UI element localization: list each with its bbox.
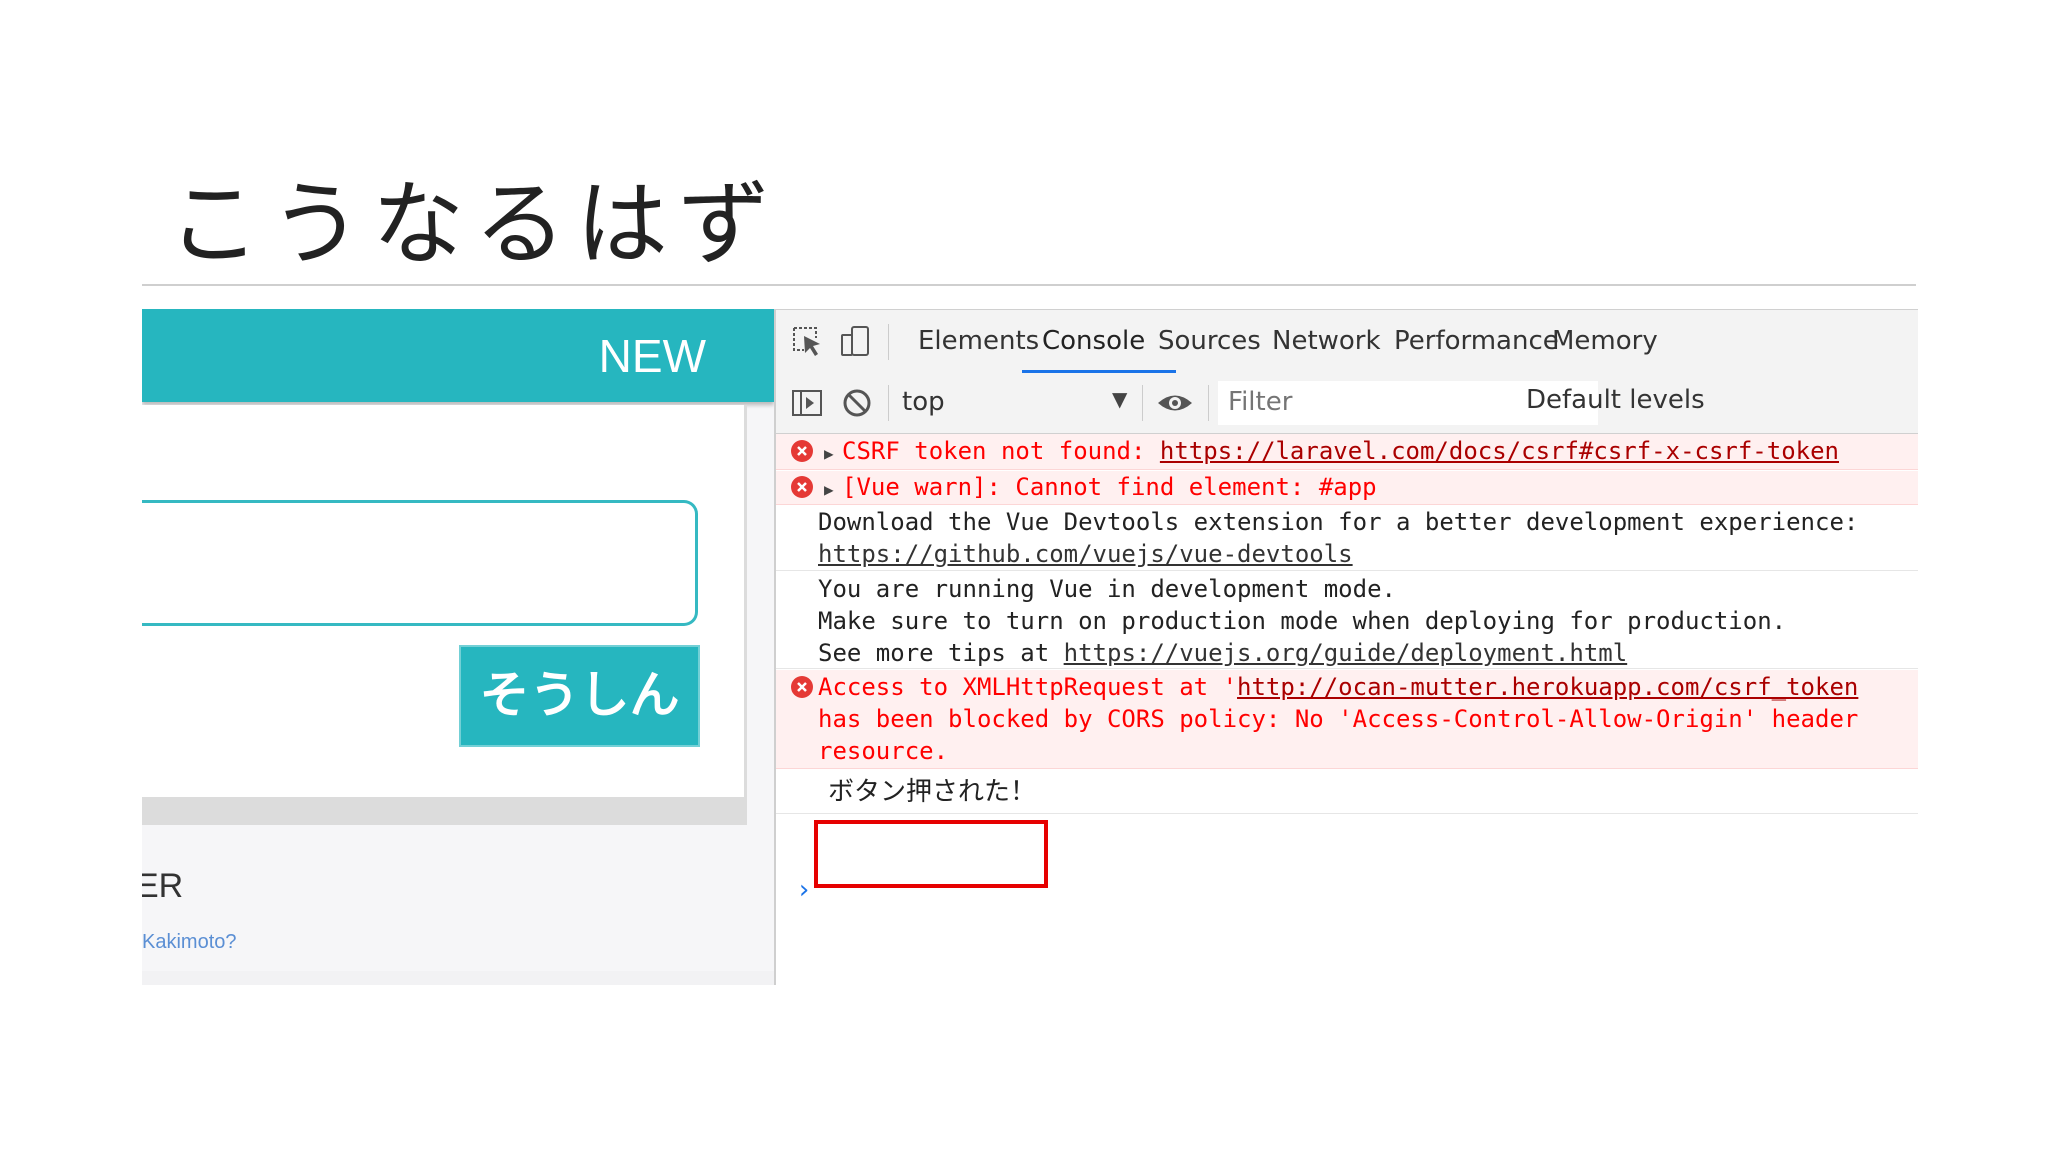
expand-triangle-icon[interactable]: ▶ [824,437,834,469]
web-app: NEW そうしん ER Kakimoto? [142,309,774,985]
footer-strip [142,971,774,985]
user-link[interactable]: Kakimoto? [142,931,237,954]
toolbar-separator [1142,385,1143,421]
slide-title: こうなるはず [168,171,781,278]
console-log-button-pressed: ボタン押された！ [776,770,1918,814]
caret-down-icon: ▼ [1112,387,1128,411]
csrf-token-link[interactable]: http://ocan-mutter.herokuapp.com/csrf_to… [1237,673,1858,701]
dev-mode-line1: You are running Vue in development mode. [818,575,1396,603]
tab-memory[interactable]: Memory [1550,310,1660,373]
device-toolbar-icon[interactable] [838,324,872,358]
console-error-cors: Access to XMLHttpRequest at 'http://ocan… [776,670,1918,769]
eye-icon[interactable] [1156,386,1192,420]
tab-elements[interactable]: Elements [916,310,1041,373]
tab-console[interactable]: Console [1040,310,1147,373]
csrf-message: CSRF token not found: [842,437,1160,465]
toolbar-separator [1208,385,1209,421]
tab-sources[interactable]: Sources [1156,310,1263,373]
error-icon [791,676,813,698]
console-log-dev-mode: You are running Vue in development mode.… [776,572,1918,669]
new-button[interactable]: NEW [599,329,706,383]
console-log-devtools-hint: Download the Vue Devtools extension for … [776,505,1918,571]
app-header: NEW [142,309,774,402]
expand-triangle-icon[interactable]: ▶ [824,473,834,504]
console-error-vue-warn: ▶ [Vue warn]: Cannot find element: #app [776,471,1918,505]
console-toolbar: top ▼ Filter Default levels [776,373,1918,434]
dev-mode-line3: See more tips at [818,639,1064,667]
error-icon [791,476,813,498]
context-value: top [902,387,945,417]
vue-warn-message: [Vue warn]: Cannot find element: #app [842,473,1377,501]
vue-devtools-link[interactable]: https://github.com/vuejs/vue-devtools [818,538,1353,570]
dev-mode-line2: Make sure to turn on production mode whe… [818,607,1787,635]
toolbar-separator [888,324,889,360]
title-divider [142,284,1916,286]
button-pressed-message: ボタン押された！ [828,777,1037,807]
highlight-box [814,820,1048,888]
console-error-csrf: ▶ CSRF token not found: https://laravel.… [776,434,1918,470]
log-levels-dropdown[interactable]: Default levels [1526,385,1705,415]
sidebar-toggle-icon[interactable] [790,386,824,420]
user-label: ER [142,867,184,905]
screenshot-panel: NEW そうしん ER Kakimoto? Elements Console S… [142,309,1918,985]
devtools-hint-line1: Download the Vue Devtools extension for … [818,508,1859,536]
cors-line1: Access to XMLHttpRequest at ' [818,673,1238,701]
deployment-guide-link[interactable]: https://vuejs.org/guide/deployment.html [1064,639,1628,667]
inspect-element-icon[interactable] [790,324,824,358]
submit-button[interactable]: そうしん [459,645,700,747]
csrf-docs-link[interactable]: https://laravel.com/docs/csrf#csrf-x-csr… [1160,437,1839,465]
console-prompt-icon[interactable]: › [796,875,812,905]
error-icon [791,440,813,462]
post-text-input[interactable] [142,500,698,626]
clear-console-icon[interactable] [840,386,874,420]
cors-line2: has been blocked by CORS policy: No 'Acc… [818,705,1859,733]
cors-line3: resource. [818,737,949,765]
devtools-tab-bar: Elements Console Sources Network Perform… [776,309,1918,374]
devtools-panel: Elements Console Sources Network Perform… [774,309,1918,985]
tab-performance[interactable]: Performance [1392,310,1561,373]
tab-network[interactable]: Network [1270,310,1383,373]
toolbar-separator [888,385,889,421]
